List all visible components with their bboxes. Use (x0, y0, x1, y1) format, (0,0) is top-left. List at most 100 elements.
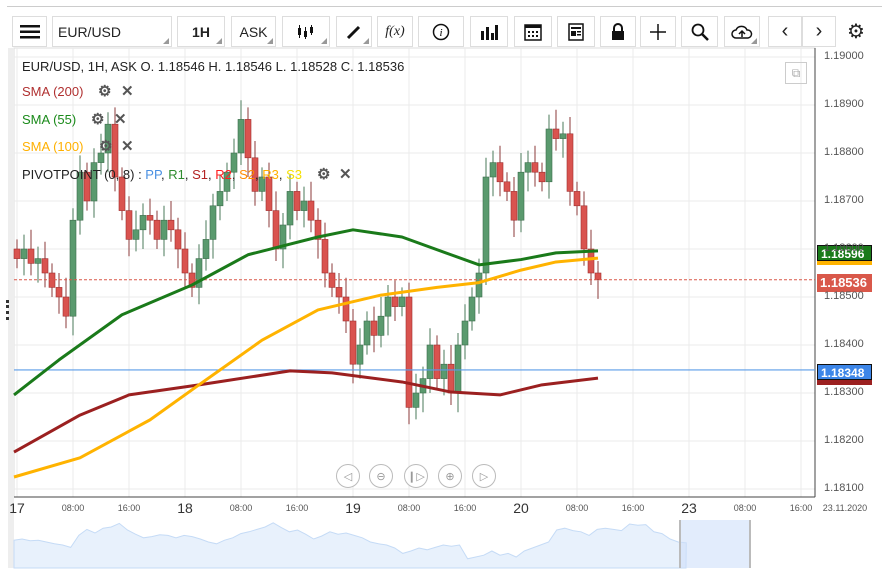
candle-body (468, 296, 476, 322)
candle-body (202, 239, 210, 259)
zoom-out-icon: ⊖ (376, 470, 386, 483)
x-tick-label: 16:00 (621, 503, 645, 513)
candle-body (216, 191, 224, 207)
sma200-settings-gear-icon[interactable]: ⚙ (98, 82, 111, 100)
y-tick-label: 1.18600 (824, 242, 864, 254)
candle-body (174, 229, 182, 250)
pivot-part-s2: S2 (239, 167, 255, 182)
candle-body (461, 320, 469, 346)
candle-body (426, 344, 434, 379)
pivot-part-r3: R3 (262, 167, 279, 182)
candle-body (342, 296, 350, 322)
pivot-close-icon[interactable]: ✕ (339, 165, 352, 183)
pan-right-button[interactable]: ▷ (472, 464, 496, 488)
sma200-price-tag (817, 380, 872, 385)
x-tick-label: 16:00 (117, 503, 141, 513)
triangle-left-icon: ◁ (343, 470, 353, 483)
pivot-part-r1: R1 (168, 167, 185, 182)
candle-body (55, 287, 63, 298)
sma100-close-icon[interactable]: ✕ (121, 137, 134, 155)
sma55-settings-gear-icon[interactable]: ⚙ (91, 110, 104, 128)
candle-body (552, 128, 560, 139)
zoom-out-button[interactable]: ⊖ (369, 464, 393, 488)
panel-drag-handle[interactable] (6, 300, 9, 320)
candle-body (41, 258, 49, 274)
candle-body (384, 296, 392, 317)
reset-icon: ❙▷ (407, 470, 425, 483)
pivot-part-s1: S1 (192, 167, 208, 182)
candle-body (34, 258, 42, 264)
sma200-label: SMA (200) (22, 84, 84, 99)
pivot-settings-gear-icon[interactable]: ⚙ (317, 165, 330, 183)
candle-body (531, 162, 539, 173)
candle-body (573, 191, 581, 207)
triangle-right-icon: ▷ (479, 470, 489, 483)
candle-body (447, 363, 455, 394)
candle-body (510, 191, 518, 221)
x-tick-label: 08:00 (397, 503, 421, 513)
x-tick-label: 08:00 (61, 503, 85, 513)
zoom-in-button[interactable]: ⊕ (438, 464, 462, 488)
candle-body (27, 248, 35, 264)
candle-body (489, 162, 497, 178)
sma200-close-icon[interactable]: ✕ (121, 82, 134, 100)
pivot-price-tag: 1.18348 (817, 364, 872, 380)
y-tick-label: 1.18900 (824, 98, 864, 110)
candle-body (307, 200, 315, 221)
candle-body (503, 181, 511, 192)
sma100-price-tag (817, 261, 872, 265)
candle-body (132, 229, 140, 240)
x-tick-label: 08:00 (229, 503, 253, 513)
reset-zoom-button[interactable]: ❙▷ (404, 464, 428, 488)
x-tick-label: 16:00 (285, 503, 309, 513)
candle-body (475, 272, 483, 298)
sma100-settings-gear-icon[interactable]: ⚙ (99, 137, 112, 155)
candle-body (405, 296, 413, 408)
sma55-label: SMA (55) (22, 112, 77, 127)
sma55-close-icon[interactable]: ✕ (114, 110, 127, 128)
pivot-part-r2: R2 (215, 167, 232, 182)
candle-body (517, 171, 525, 221)
candle-body (580, 205, 588, 250)
separator: , (184, 167, 193, 182)
ohlc-legend: EUR/USD, 1H, ASK O. 1.18546 H. 1.18546 L… (22, 59, 405, 74)
candle-body (538, 171, 546, 183)
fullscreen-button[interactable]: ⧉ (785, 62, 807, 84)
y-tick-label: 1.18300 (824, 386, 864, 398)
candle-body (69, 219, 77, 317)
y-tick-label: 1.18100 (824, 482, 864, 494)
candle-body (349, 320, 357, 365)
candle-body (272, 210, 280, 250)
candle-body (363, 320, 371, 346)
candle-body (125, 210, 133, 240)
candle-body (594, 272, 602, 281)
candle-body (433, 344, 441, 379)
candle-body (286, 191, 294, 226)
y-tick-label: 1.18800 (824, 146, 864, 158)
candle-body (118, 176, 126, 211)
candle-body (209, 205, 217, 240)
x-tick-label: 19 (345, 500, 361, 516)
candle-body (13, 248, 21, 259)
candle-body (370, 320, 378, 336)
x-tick-label: 20 (513, 500, 529, 516)
pivot-label: PIVOTPOINT (0, 8) (22, 167, 135, 182)
x-tick-label: 16:00 (453, 503, 477, 513)
candle-body (265, 176, 273, 211)
separator: , (278, 167, 287, 182)
x-tick-label: 17 (9, 500, 25, 516)
candle-body (440, 363, 448, 379)
candle-body (237, 119, 245, 154)
popout-icon: ⧉ (791, 66, 801, 80)
pivot-part-s3: S3 (286, 167, 302, 182)
candle-body (160, 219, 168, 240)
candle-body (412, 392, 420, 408)
pan-left-button[interactable]: ◁ (336, 464, 360, 488)
pivot-legend: PIVOTPOINT (0, 8) : PP, R1, S1, R2, S2, … (22, 167, 302, 182)
candle-body (167, 219, 175, 231)
x-tick-label: 23.11.2020 (822, 503, 868, 513)
y-tick-label: 1.18200 (824, 434, 864, 446)
candle-body (496, 162, 504, 183)
candle-body (454, 344, 462, 394)
x-tick-label: 18 (177, 500, 193, 516)
